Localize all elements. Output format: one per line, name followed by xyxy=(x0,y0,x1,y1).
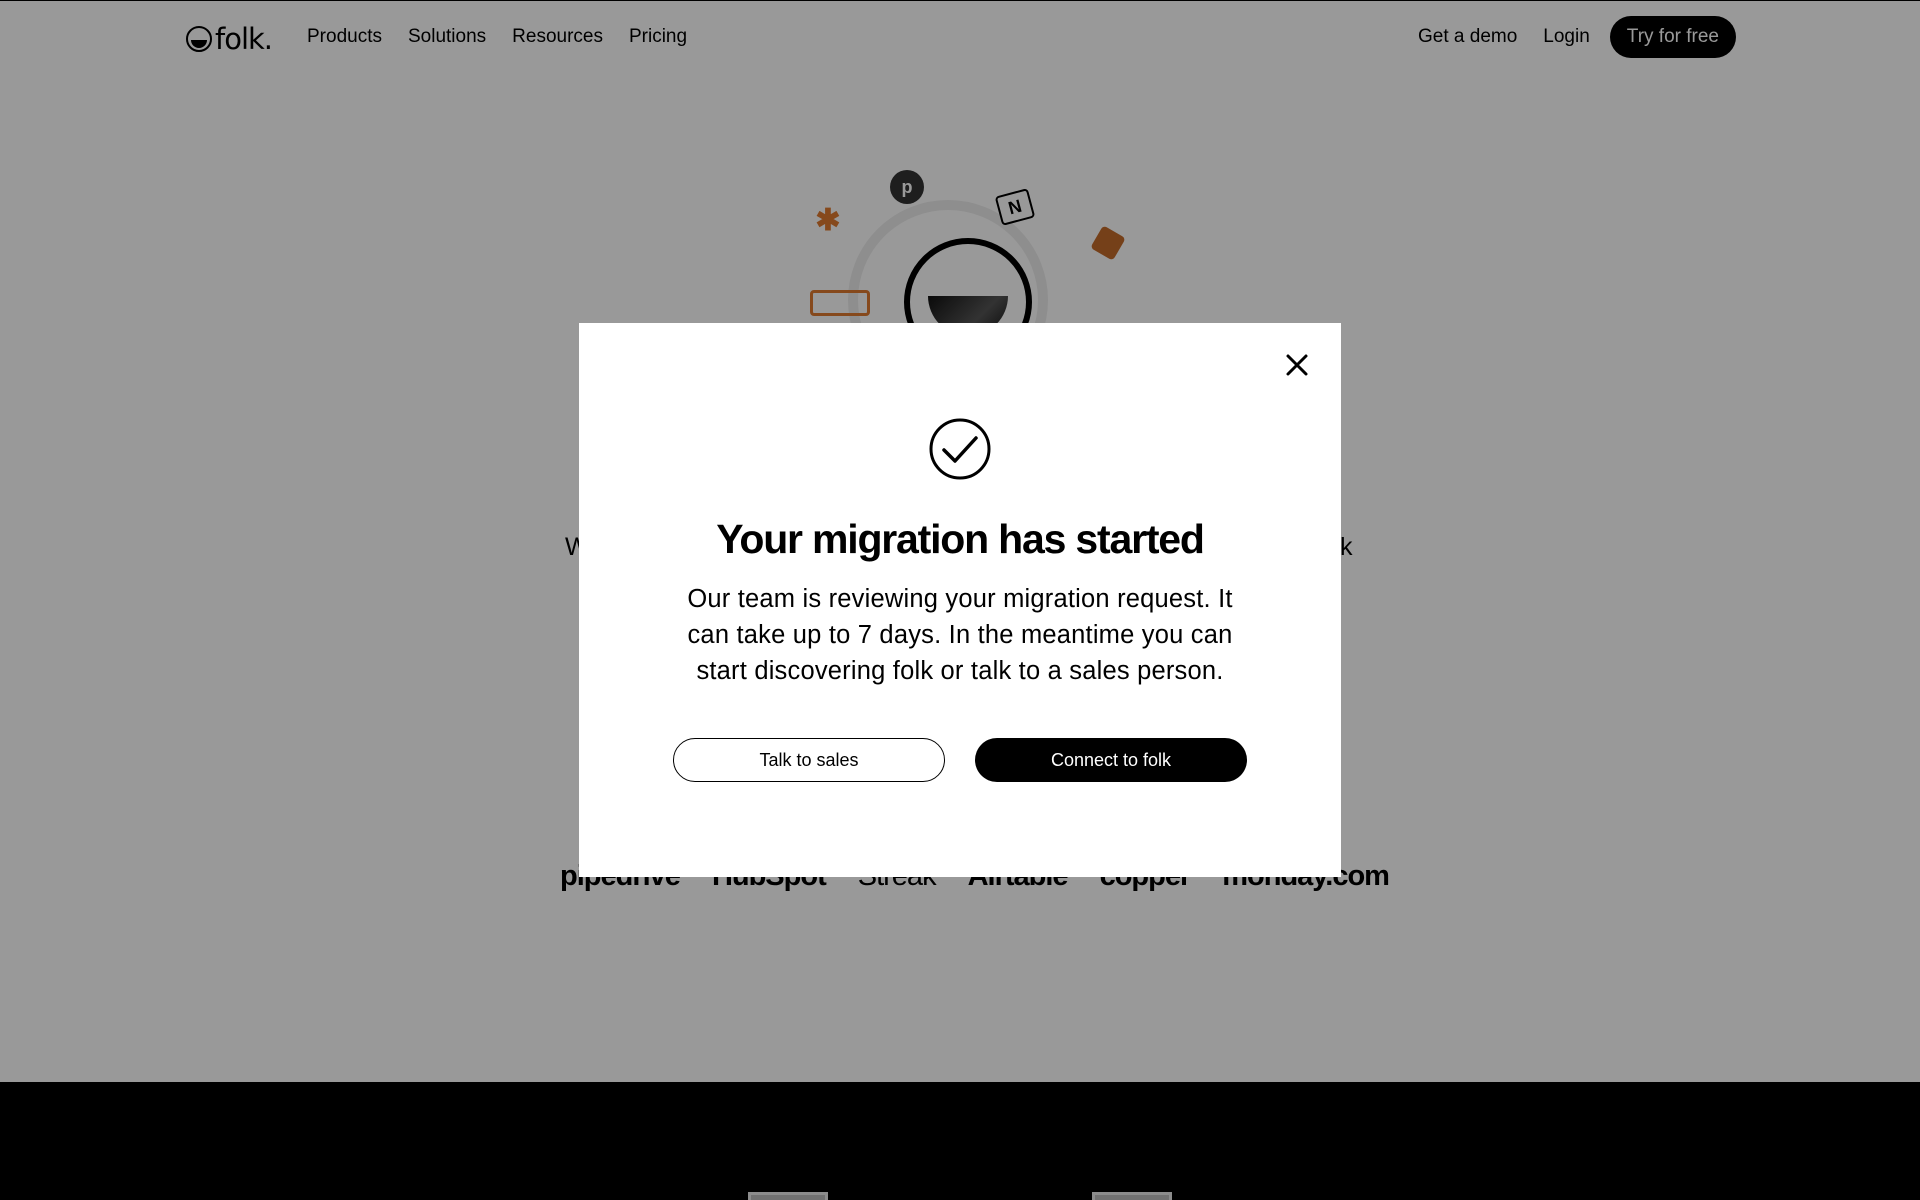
talk-to-sales-button[interactable]: Talk to sales xyxy=(673,738,945,782)
check-circle-icon xyxy=(928,417,992,481)
close-icon[interactable] xyxy=(1283,351,1311,379)
migration-started-modal: Your migration has started Our team is r… xyxy=(579,323,1341,877)
modal-title: Your migration has started xyxy=(716,516,1205,562)
modal-description: Our team is reviewing your migration req… xyxy=(687,585,1233,685)
connect-to-folk-button[interactable]: Connect to folk xyxy=(975,738,1247,782)
